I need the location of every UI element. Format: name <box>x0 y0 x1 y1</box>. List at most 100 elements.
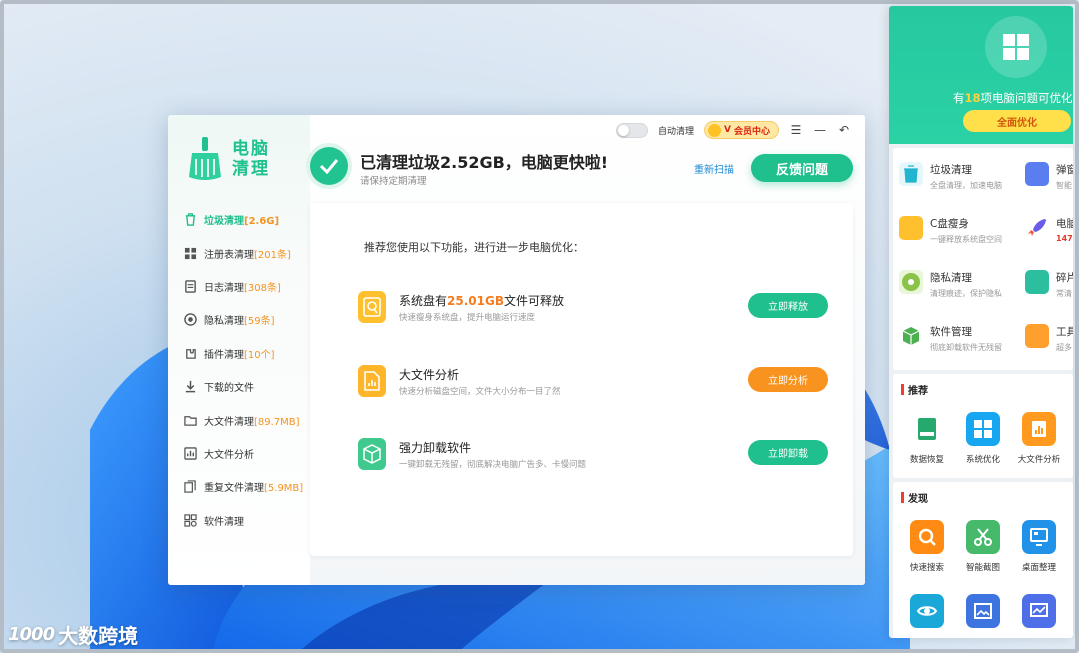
sidebar-item-large-file-clean[interactable]: 大文件清理[89.7MB] <box>168 403 310 436</box>
rocket-icon <box>1025 216 1049 240</box>
title-prefix: 大文件分析 <box>399 368 460 382</box>
trash-icon <box>185 213 196 226</box>
app-logo: 电脑 清理 <box>188 137 276 181</box>
recommend-large-file-analysis[interactable]: 大文件分析 <box>1011 412 1067 465</box>
side-panel: 有18项电脑问题可优化 全面优化 垃圾清理 全盘清理，加速电脑 弹窗 智能 C盘… <box>889 6 1073 638</box>
chart-file-icon <box>1022 412 1056 446</box>
release-now-button[interactable]: 立即释放 <box>748 293 828 318</box>
discover-desktop-organize[interactable]: 桌面整理 <box>1011 520 1067 573</box>
grid-label: 智能截图 <box>965 563 1000 573</box>
privacy-icon <box>184 313 197 327</box>
sidebar-item-large-file-analysis[interactable]: 大文件分析 <box>168 437 310 470</box>
sidebar-item-label: 下载的文件 <box>204 383 254 395</box>
title-prefix: 强力卸载软件 <box>399 441 472 455</box>
tool-title: 电脑 <box>1056 218 1073 230</box>
sidebar-item-registry-clean[interactable]: 注册表清理[201条] <box>168 236 310 269</box>
recommend-system-optimize[interactable]: 系统优化 <box>955 412 1011 465</box>
side-header: 有18项电脑问题可优化 全面优化 <box>889 6 1073 144</box>
watermark-logo: 1000 <box>8 624 55 645</box>
tool-subtitle: 彻底卸载软件无残留 <box>930 343 1002 352</box>
tool-title: 软件管理 <box>930 326 972 338</box>
trash-icon <box>899 162 923 186</box>
feedback-button[interactable]: 反馈问题 <box>751 154 853 182</box>
cube-icon <box>899 324 923 348</box>
menu-icon[interactable]: ☰ <box>789 123 803 137</box>
tool-title: C盘瘦身 <box>930 218 969 230</box>
sidebar-item-software-clean[interactable]: 软件清理 <box>168 504 310 537</box>
watermark-text: 大数跨境 <box>58 624 139 648</box>
broom-icon <box>189 137 221 180</box>
image-icon <box>966 594 1000 628</box>
analyze-now-button[interactable]: 立即分析 <box>748 367 828 392</box>
auto-clean-label: 自动清理 <box>658 126 695 137</box>
status-title: 已清理垃圾2.52GB，电脑更快啦! <box>360 153 609 172</box>
sidebar-item-privacy-clean[interactable]: 隐私清理[59条] <box>168 303 310 336</box>
title-bar: 自动清理 V 会员中心 ☰ — ↶ <box>616 121 851 139</box>
recommend-panel: 推荐您使用以下功能，进行进一步电脑优化： 系统盘有25.01GB文件可释放 快速… <box>310 203 853 556</box>
tool-subtitle: 常清 <box>1056 289 1072 298</box>
tool-software-manager[interactable]: 软件管理 彻底卸载软件无残留 <box>893 320 1013 360</box>
full-optimize-button[interactable]: 全面优化 <box>963 110 1071 132</box>
sidebar-item-log-clean[interactable]: 日志清理[308条] <box>168 270 310 303</box>
discover-quick-search[interactable]: 快速搜索 <box>899 520 955 573</box>
sidebar-item-duplicate-clean[interactable]: 重复文件清理[5.9MB] <box>168 470 310 503</box>
tool-popup-block[interactable]: 弹窗 智能 <box>1019 158 1073 198</box>
eye-icon <box>910 594 944 628</box>
recommend-data-recovery[interactable]: 数据恢复 <box>899 412 955 465</box>
sidebar-item-label: 垃圾清理 <box>204 216 244 228</box>
tool-subtitle: 清理痕迹，保护隐私 <box>930 289 1002 298</box>
sidebar-item-label: 重复文件清理 <box>204 483 264 495</box>
sidebar-item-badge: [10个] <box>244 349 275 361</box>
sidebar-item-label: 大文件清理 <box>204 416 254 428</box>
tool-junk-clean[interactable]: 垃圾清理 全盘清理，加速电脑 <box>893 158 1013 198</box>
sidebar-item-plugin-clean[interactable]: 插件清理[10个] <box>168 337 310 370</box>
watermark: 1000 大数跨境 <box>8 620 138 649</box>
title-suffix: 文件可释放 <box>503 294 564 308</box>
recommend-title: 强力卸载软件 <box>399 439 471 456</box>
tool-subtitle: 智能 <box>1056 181 1072 190</box>
app-title-line1: 电脑 <box>232 139 270 159</box>
monitor-chart-icon <box>1022 594 1056 628</box>
sidebar-item-label: 日志清理 <box>204 282 244 294</box>
box-icon <box>358 438 386 470</box>
vip-face-icon <box>708 123 722 137</box>
windows-logo-icon <box>985 16 1047 78</box>
auto-clean-toggle[interactable] <box>616 122 648 138</box>
uninstall-now-button[interactable]: 立即卸载 <box>748 440 828 465</box>
discover-eye-care[interactable] <box>899 594 955 628</box>
discover-monitor[interactable] <box>1011 594 1067 628</box>
sidebar-item-badge: [59条] <box>244 316 275 328</box>
discover-smart-screenshot[interactable]: 智能截图 <box>955 520 1011 573</box>
vip-center-button[interactable]: V 会员中心 <box>704 121 779 139</box>
search-icon <box>910 520 944 554</box>
disk-icon <box>358 291 386 323</box>
recommend-item-disk: 系统盘有25.01GB文件可释放 快速瘦身系统盘，提升电脑运行速度 立即释放 <box>358 289 838 329</box>
tool-pc-speedup[interactable]: 电脑 147M <box>1019 212 1073 252</box>
grid-label: 大文件分析 <box>1017 455 1061 465</box>
folder-icon <box>184 415 197 426</box>
tool-defrag[interactable]: 碎片 常清 <box>1019 266 1073 306</box>
sidebar-item-label: 软件清理 <box>204 516 244 528</box>
minimize-icon[interactable]: — <box>813 123 827 137</box>
disk-icon <box>899 216 923 240</box>
rescan-link[interactable]: 重新扫描 <box>694 161 734 176</box>
sidebar-item-junk-clean[interactable]: 垃圾清理[2.6G] <box>168 203 310 236</box>
tool-toolbox[interactable]: 工具 超多 <box>1019 320 1073 360</box>
registry-icon <box>184 247 197 259</box>
back-icon[interactable]: ↶ <box>837 123 851 137</box>
tool-privacy-clean[interactable]: 隐私清理 清理痕迹，保护隐私 <box>893 266 1013 306</box>
grid-label: 数据恢复 <box>909 455 944 465</box>
discover-wallpaper[interactable] <box>955 594 1011 628</box>
sidebar-item-badge: [2.6G] <box>244 216 280 228</box>
tool-c-drive-slim[interactable]: C盘瘦身 一键释放系统盘空间 <box>893 212 1013 252</box>
sidebar-item-downloads[interactable]: 下载的文件 <box>168 370 310 403</box>
recommend-item-uninstall: 强力卸载软件 一键卸载无残留，彻底解决电脑广告多、卡慢问题 立即卸载 <box>358 436 838 476</box>
recommend-item-analysis: 大文件分析 快速分析磁盘空间，文件大小分布一目了然 立即分析 <box>358 363 838 403</box>
title-prefix: 系统盘有 <box>399 294 448 308</box>
sidebar-item-label: 隐私清理 <box>204 316 244 328</box>
tool-title: 弹窗 <box>1056 164 1073 176</box>
chart-file-icon <box>358 365 386 397</box>
section-label: 推荐 <box>908 386 928 397</box>
side-tools: 垃圾清理 全盘清理，加速电脑 弹窗 智能 C盘瘦身 一键释放系统盘空间 电脑 1… <box>893 148 1073 370</box>
tool-title: 垃圾清理 <box>930 164 972 176</box>
